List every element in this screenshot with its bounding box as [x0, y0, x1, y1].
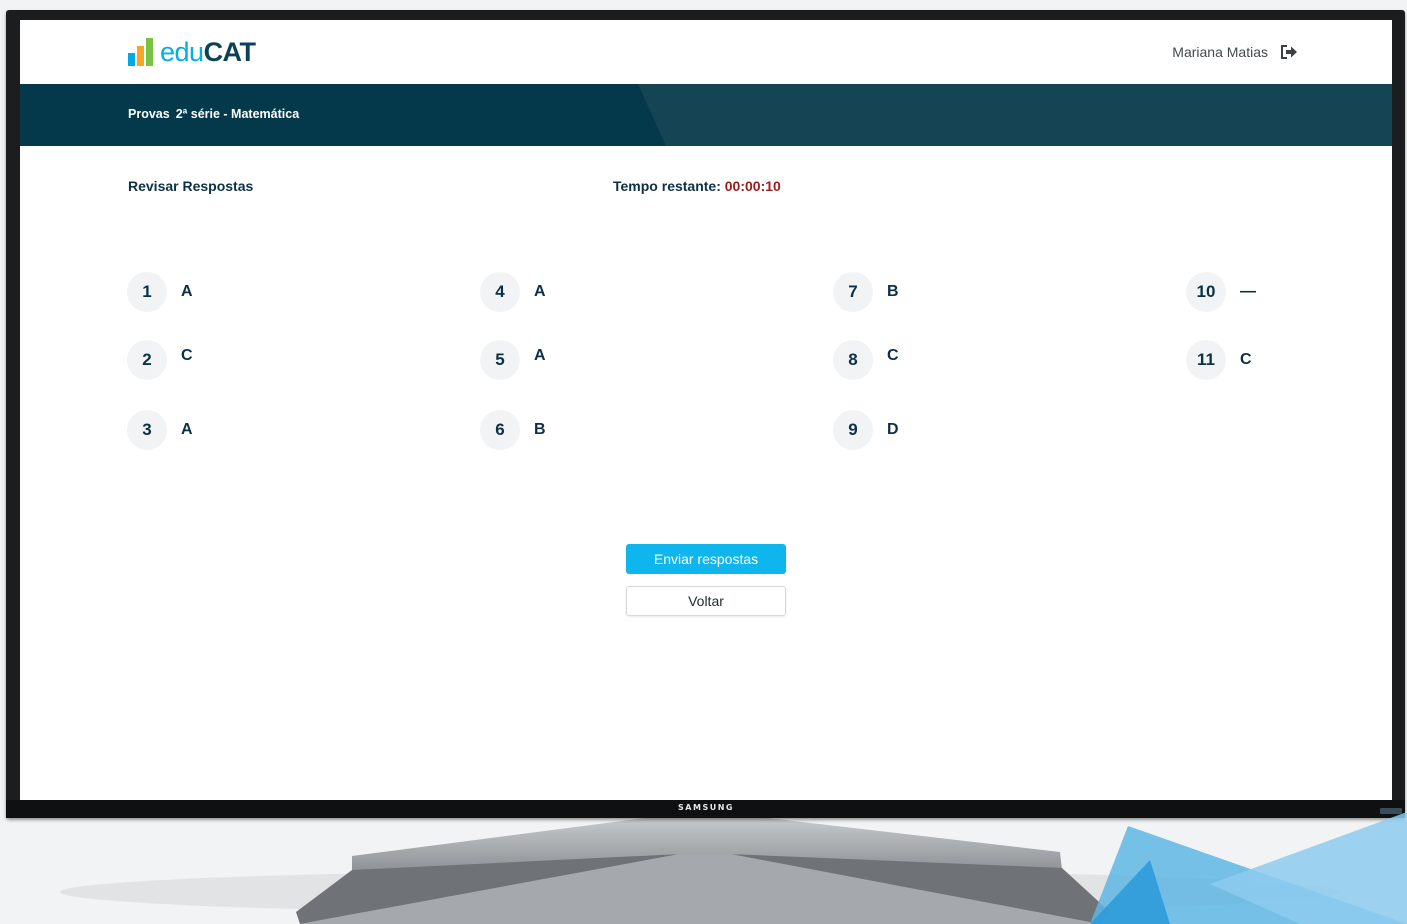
question-number: 9 [833, 410, 873, 450]
back-button[interactable]: Voltar [626, 586, 786, 616]
question-number: 1 [127, 272, 167, 312]
timer-label: Tempo restante: [613, 178, 721, 194]
breadcrumb: Provas 2ª série - Matemática [128, 107, 299, 121]
answer-item-10[interactable]: 10 — [1186, 272, 1256, 312]
answers-grid: 1 A 2 C 3 A 4 A 5 A 6 B 7 B 8 C 9 D 10 —… [127, 270, 1327, 470]
answer-value: — [1240, 283, 1256, 300]
answer-item-11[interactable]: 11 C [1186, 340, 1252, 380]
answer-item-5[interactable]: 5 A [480, 340, 546, 380]
answer-value: A [534, 283, 546, 300]
answer-item-8[interactable]: 8 C [833, 340, 899, 380]
answer-item-2[interactable]: 2 C [127, 340, 193, 380]
question-number: 11 [1186, 340, 1226, 380]
answer-item-7[interactable]: 7 B [833, 272, 899, 312]
breadcrumb-item-subject: 2ª série - Matemática [175, 107, 300, 121]
answer-value: A [181, 283, 193, 300]
question-number: 10 [1186, 272, 1226, 312]
question-number: 6 [480, 410, 520, 450]
question-number: 3 [127, 410, 167, 450]
question-number: 8 [833, 340, 873, 380]
bar-chart-logo-icon [128, 38, 153, 66]
send-answers-button[interactable]: Enviar respostas [626, 544, 786, 574]
question-number: 5 [480, 340, 520, 380]
breadcrumb-bar: Provas 2ª série - Matemática [20, 84, 1392, 146]
page-title: Revisar Respostas [128, 178, 254, 194]
answer-value: D [887, 421, 899, 438]
tv-stand [60, 816, 1340, 924]
answer-item-1[interactable]: 1 A [127, 272, 193, 312]
answer-value: A [534, 347, 546, 364]
answer-item-4[interactable]: 4 A [480, 272, 546, 312]
question-number: 2 [127, 340, 167, 380]
answer-value: B [887, 283, 899, 300]
tv-brand-label: SAMSUNG [678, 803, 734, 812]
logo-text: eduCAT [160, 37, 256, 67]
user-area: Mariana Matias [1172, 44, 1298, 60]
breadcrumb-item-provas[interactable]: Provas [128, 107, 170, 121]
timer-value: 00:00:10 [724, 178, 781, 194]
answer-item-6[interactable]: 6 B [480, 410, 546, 450]
answer-value: C [181, 347, 193, 364]
tv-indicator [1380, 808, 1402, 814]
educat-logo[interactable]: eduCAT [128, 34, 256, 66]
answer-item-9[interactable]: 9 D [833, 410, 899, 450]
app-screen: eduCAT Mariana Matias Provas 2ª série - … [20, 20, 1392, 800]
top-header: eduCAT Mariana Matias [20, 20, 1392, 84]
answer-value: B [534, 421, 546, 438]
logout-icon[interactable] [1280, 44, 1298, 60]
user-name: Mariana Matias [1172, 44, 1268, 60]
answer-value: C [1240, 351, 1252, 368]
answer-item-3[interactable]: 3 A [127, 410, 193, 450]
timer: Tempo restante: 00:00:10 [613, 178, 781, 194]
answer-value: A [181, 421, 193, 438]
question-number: 4 [480, 272, 520, 312]
question-number: 7 [833, 272, 873, 312]
answer-value: C [887, 347, 899, 364]
